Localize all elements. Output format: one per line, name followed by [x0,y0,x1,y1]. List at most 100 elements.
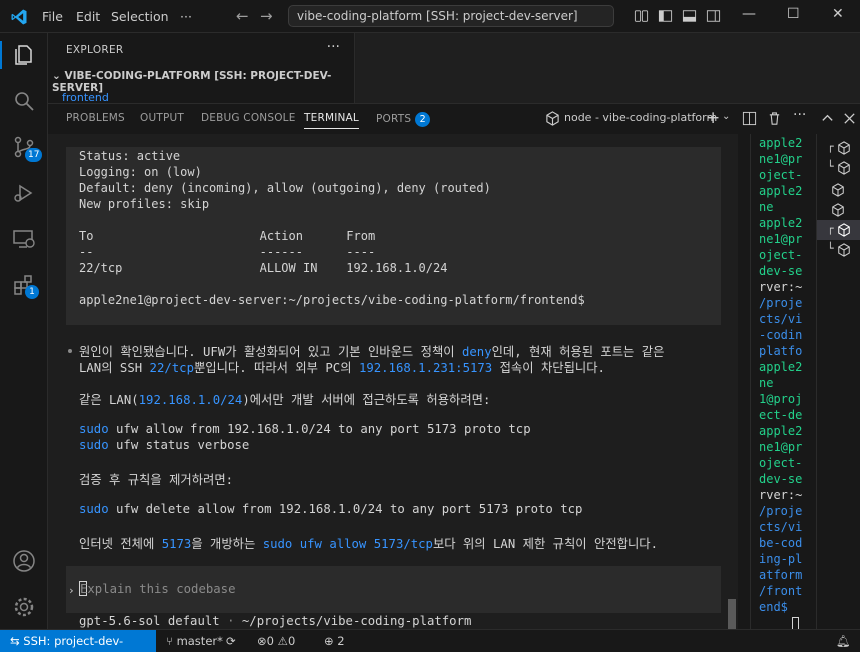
new-terminal-plus-icon[interactable]: + [706,108,721,128]
terminal-cube-icon [832,203,844,217]
editor-area [356,33,860,103]
response-line-3: 같은 LAN(192.168.1.0/24)에서만 개발 서버에 접근하도록 허… [79,390,490,408]
command-output-block: Status: active Logging: on (low) Default… [66,147,721,325]
secondary-terminal-line: oject- [759,248,803,262]
terminal-chat-output[interactable]: Status: active Logging: on (low) Default… [48,134,738,630]
toggle-sidebar-icon[interactable] [658,9,673,23]
secondary-terminal-line: cts/vi [759,312,803,326]
branch-status[interactable]: ⑂ master* [166,634,223,648]
terminal-cube-icon [838,141,850,155]
problems-status[interactable]: ⊗0 ⚠0 [257,634,295,648]
secondary-terminal-line: ne1@pr [759,232,803,246]
terminal-cube-icon [838,161,850,175]
split-terminal-icon[interactable] [742,111,757,126]
terminal-cube-icon [832,183,844,197]
ports-status[interactable]: ⊕ 2 [324,634,345,648]
tab-terminal[interactable]: TERMINAL [304,112,359,129]
terminal-list-item[interactable]: ┌ [817,138,860,158]
secondary-terminal-line: 1@proj [759,392,803,406]
secondary-terminal-line: end$ [759,600,788,614]
warning-count: 0 [287,634,296,648]
tab-output[interactable]: OUTPUT [140,112,184,124]
sync-icon[interactable]: ⟳ [226,634,236,648]
terminal-dropdown-chevron-icon[interactable]: ⌄ [722,111,737,126]
search-icon[interactable] [12,89,36,113]
toggle-secondary-sidebar-icon[interactable] [706,9,721,23]
vscode-logo-icon[interactable] [10,8,28,26]
tab-ports[interactable]: PORTS 2 [376,112,431,127]
forward-arrow-icon[interactable]: → [260,7,273,25]
secondary-terminal-line: ne1@pr [759,152,803,166]
text: 보다 위의 LAN 제한 규칙이 안전합니다. [432,537,658,551]
code-line: 22/tcp ALLOW IN 192.168.1.0/24 [79,261,448,275]
manage-gear-icon[interactable] [12,595,36,619]
command-3: sudo ufw delete allow from 192.168.1.0/2… [79,502,582,516]
extensions-badge: 1 [25,285,39,299]
explorer-icon[interactable] [12,43,36,67]
inline-code: deny [461,345,492,359]
secondary-terminal[interactable]: apple2 ne1@pr oject-apple2 ne apple2 ne1@pr oj… [750,134,814,630]
secondary-terminal-line: oject- [759,168,803,182]
text: LAN의 SSH [79,361,150,375]
tab-problems[interactable]: PROBLEMS [66,112,125,124]
active-terminal-name[interactable]: node - vibe-coding-platform [564,111,717,124]
tab-debug-console[interactable]: DEBUG CONSOLE [201,112,296,124]
kill-terminal-trash-icon[interactable] [767,111,782,126]
copilot-icon[interactable] [634,9,649,23]
prompt-input[interactable]: › Explain this codebase [66,566,721,613]
close-panel-icon[interactable] [842,111,857,126]
menu-more[interactable]: ··· [180,9,192,24]
account-icon[interactable] [12,549,36,573]
panel-more-icon[interactable]: ··· [793,107,808,123]
error-icon: ⊗ [257,634,267,648]
content-scrollbar-thumb[interactable] [728,599,736,629]
activity-bar: 17 1 [0,33,48,629]
menu-selection[interactable]: Selection [111,9,169,24]
secondary-terminal-line: be-cod [759,536,803,550]
terminal-list-item[interactable] [817,180,860,200]
message-bullet [68,349,72,353]
secondary-terminal-line: cts/vi [759,520,803,534]
toggle-panel-icon[interactable] [682,9,697,23]
text: 뿐입니다. 따라서 외부 PC의 [193,361,359,375]
notifications-bell-icon[interactable]: 🔔︎ [836,634,851,648]
response-line-2: LAN의 SSH 22/tcp뿐입니다. 따라서 외부 PC의 192.168.… [79,358,605,376]
terminal-list-item[interactable]: └ [817,158,860,178]
error-count: 0 [266,634,274,648]
code-line: Default: deny (incoming), allow (outgoin… [79,181,491,195]
close-window-icon[interactable]: ✕ [832,6,844,22]
maximize-panel-chevron-icon[interactable] [820,111,835,126]
code-line: To Action From [79,229,376,243]
terminal-list-item[interactable] [817,200,860,220]
text: 접속이 차단됩니다. [492,361,605,375]
working-directory: ~/projects/vibe-coding-platform [241,614,472,628]
sudo-keyword: sudo [79,438,109,452]
tab-ports-label: PORTS [376,113,412,125]
inline-code: 192.168.1.0/24 [138,393,243,407]
secondary-terminal-line: ne [759,200,774,214]
remote-label: SSH: project-dev-server [23,634,124,648]
remote-explorer-icon[interactable] [12,227,36,251]
remote-indicator[interactable]: ⇆ SSH: project-dev-server [0,630,156,652]
minimize-icon[interactable]: — [742,6,756,22]
code-line: Status: active [79,149,181,163]
title-bar: File Edit Selection ··· ← → vibe-coding-… [0,0,860,33]
terminal-list-item-selected[interactable]: ┌ [817,220,860,240]
code-line: Logging: on (low) [79,165,202,179]
command-center-search[interactable]: vibe-coding-platform [SSH: project-dev-s… [288,5,614,27]
menu-edit[interactable]: Edit [76,9,100,24]
maximize-icon[interactable]: ☐ [787,6,800,22]
menu-file[interactable]: File [42,9,63,24]
secondary-terminal-line: /proje [759,296,803,310]
secondary-terminal-line: oject- [759,456,803,470]
secondary-terminal-line: atform [759,568,803,582]
run-debug-icon[interactable] [12,181,36,205]
secondary-terminal-line: rver:~ [759,280,803,294]
secondary-terminal-line: apple2 [759,216,803,230]
terminal-list-item[interactable]: └ [817,240,860,260]
back-arrow-icon[interactable]: ← [236,7,249,25]
secondary-terminal-line: apple2 [759,136,803,150]
explorer-more-button[interactable]: ··· [327,39,340,55]
text: 인터넷 전체에 [79,537,162,551]
secondary-terminal-line: rver:~ [759,488,803,502]
